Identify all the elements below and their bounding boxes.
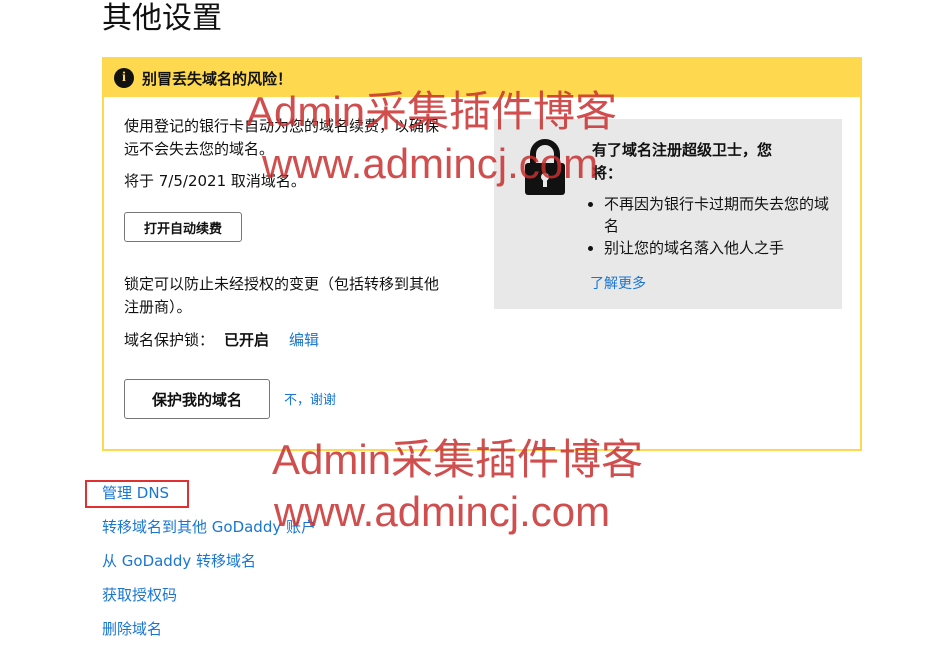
lock-text-line1: 锁定可以防止未经授权的变更（包括转移到其他 [124,275,440,293]
promo-benefit-item: 不再因为银行卡过期而失去您的域名 [604,193,834,237]
lock-text-line2: 注册商）。 [124,298,192,316]
auto-renew-text-line1: 使用登记的银行卡自动为您的域名续费，以确保 [124,117,440,135]
auto-renew-text-line2: 远不会失去您的域名。 [124,140,275,158]
delete-domain-link[interactable]: 删除域名 [102,618,162,640]
learn-more-link[interactable]: 了解更多 [590,273,646,293]
info-icon: i [114,68,134,88]
domain-protection-panel: i 别冒丢失域名的风险！ 使用登记的银行卡自动为您的域名续费，以确保 远不会失去… [102,57,862,451]
watermark-url: www.admincj.com [274,488,611,535]
protect-domain-button[interactable]: 保护我的域名 [124,379,270,419]
cancel-date-text: 将于 7/5/2021 取消域名。 [124,172,306,190]
no-thanks-link[interactable]: 不，谢谢 [284,389,336,408]
promo-title: 有了域名注册超级卫士，您将： [592,141,773,182]
transfer-to-account-link[interactable]: 转移域名到其他 GoDaddy 账户 [102,516,316,538]
domain-lock-status: 已开启 [224,331,270,349]
warning-header: i 别冒丢失域名的风险！ [104,59,860,97]
lock-description: 锁定可以防止未经授权的变更（包括转移到其他 注册商）。 [124,273,484,319]
transfer-out-link[interactable]: 从 GoDaddy 转移域名 [102,550,256,572]
edit-lock-link[interactable]: 编辑 [289,329,319,352]
auto-renew-button[interactable]: 打开自动续费 [124,212,242,242]
auto-renew-description: 使用登记的银行卡自动为您的域名续费，以确保 远不会失去您的域名。 [124,115,474,161]
promo-panel: 有了域名注册超级卫士，您将： 不再因为银行卡过期而失去您的域名 别让您的域名落入… [494,119,842,309]
get-auth-code-link[interactable]: 获取授权码 [102,584,177,606]
page-title: 其他设置 [102,1,222,36]
promo-benefits-list: 不再因为银行卡过期而失去您的域名 别让您的域名落入他人之手 [586,193,834,259]
domain-lock-label: 域名保护锁： [124,331,215,349]
warning-title: 别冒丢失域名的风险！ [142,69,293,88]
promo-benefit-item: 别让您的域名落入他人之手 [604,237,834,259]
domain-lock-row: 域名保护锁： 已开启 编辑 [124,329,319,352]
lock-icon [525,139,565,195]
manage-dns-link[interactable]: 管理 DNS [102,482,169,504]
